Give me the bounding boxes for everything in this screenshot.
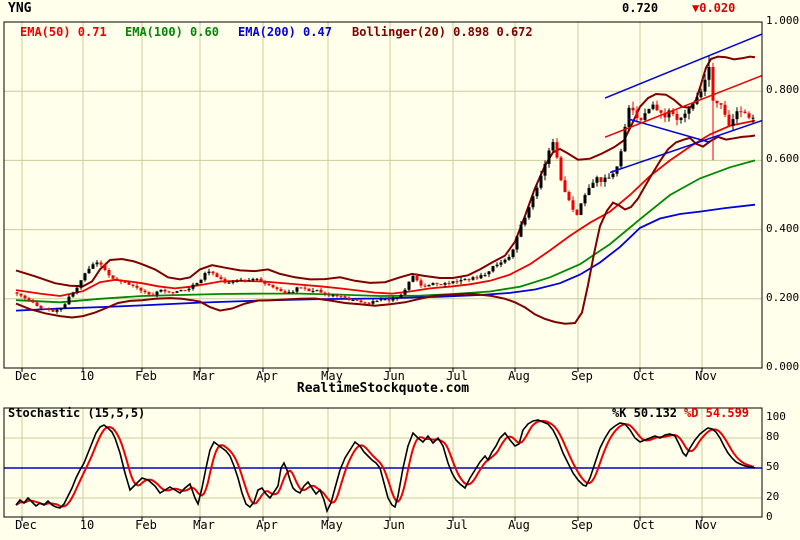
x-tick-label: Sep (571, 369, 593, 383)
ema-50--line (15, 119, 756, 297)
legend-bollinger: Bollinger(20) 0.898 0.672 (352, 25, 533, 39)
stochastic-k-line (15, 419, 756, 514)
stochastic-title: Stochastic (15,5,5) (8, 406, 146, 420)
last-price: 0.720 (622, 1, 659, 15)
x-tick-label: Feb (135, 518, 157, 532)
ticker-symbol: YNG (8, 1, 32, 16)
watermark-sitename: RealtimeStockquote.com (296, 381, 470, 396)
x-tick-label: Apr (256, 518, 278, 532)
legend-ema50: EMA(50) 0.71 (20, 25, 107, 39)
x-tick-label: Nov (695, 369, 717, 383)
price-change: ▼0.020 (692, 1, 736, 15)
legend-ema100: EMA(100) 0.60 (125, 25, 219, 39)
x-tick-label: Aug (508, 369, 530, 383)
y-tick-label: 1.000 (766, 14, 800, 27)
x-tick-label: 10 (79, 369, 95, 383)
ema-200--line (15, 203, 756, 312)
stock-chart-screen: YNG 0.720 ▼0.020 EMA(50) 0.71 EMA(100) 0… (0, 0, 800, 540)
x-tick-label: Nov (695, 518, 717, 532)
y-tick-label: 0.000 (766, 360, 800, 373)
x-tick-label: Oct (633, 518, 655, 532)
x-tick-label: 10 (79, 518, 95, 532)
y-tick-label: 100 (766, 410, 786, 423)
x-tick-label: Mar (193, 518, 215, 532)
candle-bodies-down (15, 67, 751, 312)
main-chart-frame (3, 21, 763, 369)
x-tick-label: Dec (15, 369, 37, 383)
x-tick-label: Jun (383, 369, 405, 383)
legend-ema200: EMA(200) 0.47 (238, 25, 332, 39)
trendline (604, 33, 763, 99)
x-tick-label: Jul (446, 518, 468, 532)
x-tick-label: Jun (383, 518, 405, 532)
stochastic-d-line (15, 419, 755, 508)
y-tick-label: 0.200 (766, 290, 800, 304)
y-tick-label: 80 (766, 430, 780, 443)
stochastic-k-value: %K 50.132 (612, 406, 678, 420)
stochastic-d-value: %D 54.599 (684, 406, 750, 420)
x-tick-label: May (321, 518, 343, 532)
x-tick-label: Sep (571, 518, 593, 532)
y-tick-label: 0 (766, 510, 773, 523)
x-tick-label: Oct (633, 369, 655, 383)
x-tick-label: May (321, 369, 343, 383)
y-tick-label: 0.400 (766, 221, 800, 235)
y-tick-label: 20 (766, 490, 780, 503)
y-tick-label: 50 (766, 460, 780, 473)
chart-canvas (0, 0, 800, 540)
x-tick-label: Mar (193, 369, 215, 383)
y-tick-label: 0.600 (766, 152, 800, 166)
x-tick-label: Dec (15, 518, 37, 532)
x-tick-label: Aug (508, 518, 530, 532)
x-tick-label: Apr (256, 369, 278, 383)
stochastic-frame (3, 407, 763, 518)
y-tick-label: 0.800 (766, 83, 800, 97)
x-tick-label: Feb (135, 369, 157, 383)
x-tick-label: Jul (446, 369, 468, 383)
